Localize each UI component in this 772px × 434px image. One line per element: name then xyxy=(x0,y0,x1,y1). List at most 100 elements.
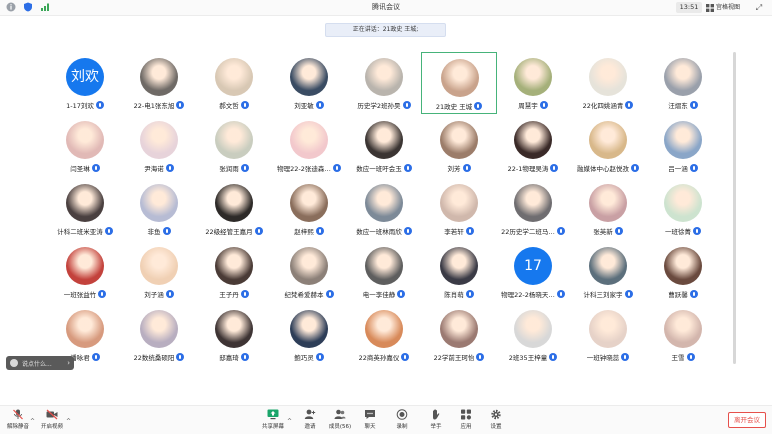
video-button[interactable]: 开启视频 xyxy=(34,409,70,433)
microphone-icon xyxy=(474,102,483,110)
chat-input[interactable]: 说点什么... › xyxy=(6,356,74,370)
video-label: 开启视频 xyxy=(40,424,63,430)
fullscreen-icon[interactable]: ⤢ xyxy=(752,2,766,13)
camera-off-icon xyxy=(46,409,58,420)
microphone-icon xyxy=(240,290,249,298)
avatar xyxy=(215,247,253,285)
participant-name: 刘亚敏 xyxy=(294,102,314,110)
avatar xyxy=(441,59,479,97)
window-title: 腾讯会议 xyxy=(372,3,400,11)
avatar xyxy=(290,184,328,222)
participant-name: 2班35王梓童 xyxy=(508,354,548,362)
participant-name: 闫圣琳 xyxy=(70,165,90,173)
participant-name: 汪熠东 xyxy=(668,102,688,110)
participant-name: 计科三刘家宇 xyxy=(583,291,623,299)
participant-label: 汪熠东 xyxy=(635,100,731,110)
avatar xyxy=(290,121,328,159)
microphone-icon xyxy=(689,101,698,109)
participant-tile[interactable]: 汪熠东 xyxy=(645,52,721,114)
participant-name: 计科二班米亚涛 xyxy=(57,228,103,236)
grid-scrollbar[interactable] xyxy=(733,52,736,364)
leave-meeting-button[interactable]: 离开会议 xyxy=(728,412,766,428)
view-mode-label: 宫格视图 xyxy=(716,4,741,11)
avatar xyxy=(140,247,178,285)
participant-name: 电一李佳静 xyxy=(362,291,396,299)
participant-tile[interactable]: 王雪 xyxy=(645,304,721,366)
gear-icon xyxy=(491,409,501,420)
avatar xyxy=(290,310,328,348)
share-screen-label: 共享屏幕 xyxy=(261,424,284,430)
video-options-caret[interactable]: ^ xyxy=(66,418,71,425)
chat-button[interactable]: 聊天 xyxy=(352,409,388,433)
participant-label: 王雪 xyxy=(635,352,731,362)
record-button[interactable]: 录制 xyxy=(384,409,420,433)
microphone-icon xyxy=(401,353,410,361)
participant-tile[interactable]: 一班徐菁 xyxy=(645,178,721,240)
title-bar: 腾讯会议 13:51 宫格视图 ⤢ xyxy=(0,0,772,16)
avatar xyxy=(215,310,253,348)
avatar xyxy=(664,58,702,96)
microphone-icon xyxy=(689,164,698,172)
avatar xyxy=(664,247,702,285)
microphone-icon xyxy=(98,290,107,298)
record-icon xyxy=(396,409,408,420)
participant-name: 融媒体中心赵悦孜 xyxy=(577,165,629,173)
emoji-icon[interactable] xyxy=(10,359,18,367)
participant-name: 22数统桑硕阳 xyxy=(133,354,175,362)
view-mode-button[interactable]: 宫格视图 xyxy=(706,2,748,13)
microphone-icon xyxy=(397,290,406,298)
participant-name: 邸嘉琦 xyxy=(219,354,239,362)
avatar xyxy=(664,310,702,348)
microphone-muted-icon xyxy=(13,409,23,420)
participant-name: 张润雨 xyxy=(219,165,239,173)
participant-name: 王雪 xyxy=(671,354,685,362)
participant-name: 21政史 王城 xyxy=(435,103,473,111)
microphone-icon xyxy=(624,290,633,298)
chat-icon xyxy=(365,410,375,419)
apps-icon xyxy=(461,409,471,420)
avatar xyxy=(514,310,552,348)
avatar xyxy=(365,310,403,348)
members-icon xyxy=(334,409,346,419)
share-screen-button[interactable]: 共享屏幕 xyxy=(255,409,291,433)
microphone-icon xyxy=(465,290,474,298)
participant-label: 吕一涵 xyxy=(635,163,731,173)
avatar xyxy=(66,184,104,222)
microphone-icon xyxy=(240,101,249,109)
chat-placeholder: 说点什么... xyxy=(22,360,52,368)
avatar xyxy=(440,310,478,348)
microphone-icon xyxy=(476,353,485,361)
avatar: 17 xyxy=(514,247,552,285)
avatar xyxy=(215,121,253,159)
participant-tile[interactable]: 曹跃馨 xyxy=(645,241,721,303)
microphone-icon xyxy=(465,227,474,235)
avatar xyxy=(589,184,627,222)
chevron-right-icon[interactable]: › xyxy=(67,359,70,367)
avatar xyxy=(66,310,104,348)
avatar xyxy=(440,247,478,285)
microphone-icon xyxy=(95,101,104,109)
participant-tile[interactable]: 历史学2班孙昊 xyxy=(346,52,422,114)
avatar xyxy=(140,58,178,96)
avatar xyxy=(664,121,702,159)
add-user-icon xyxy=(304,409,316,419)
participant-name: 刘芳 xyxy=(447,165,461,173)
microphone-icon xyxy=(539,101,548,109)
avatar xyxy=(365,184,403,222)
microphone-icon xyxy=(686,353,695,361)
participant-tile[interactable]: 吕一涵 xyxy=(645,115,721,177)
participant-name: 22-电1张东旭 xyxy=(133,102,175,110)
participant-name: 郝文哲 xyxy=(219,102,239,110)
avatar xyxy=(365,58,403,96)
microphone-icon xyxy=(176,101,185,109)
participant-name: 周慧宇 xyxy=(518,102,538,110)
participant-name: 22-1物理吴涛 xyxy=(507,165,549,173)
microphone-icon xyxy=(240,164,249,172)
participant-name: 陈肖萌 xyxy=(444,291,464,299)
settings-label: 设置 xyxy=(490,424,502,430)
settings-button[interactable]: 设置 xyxy=(478,409,514,433)
participant-name: 22商英孙嘉仪 xyxy=(358,354,400,362)
bottom-toolbar: 解除静音 ^ 开启视频 ^ 共享屏幕 ^ 邀请 成员(56) 聊天 录制 举手 … xyxy=(0,405,772,434)
participant-label: 一班徐菁 xyxy=(635,226,731,236)
microphone-icon xyxy=(550,164,559,172)
